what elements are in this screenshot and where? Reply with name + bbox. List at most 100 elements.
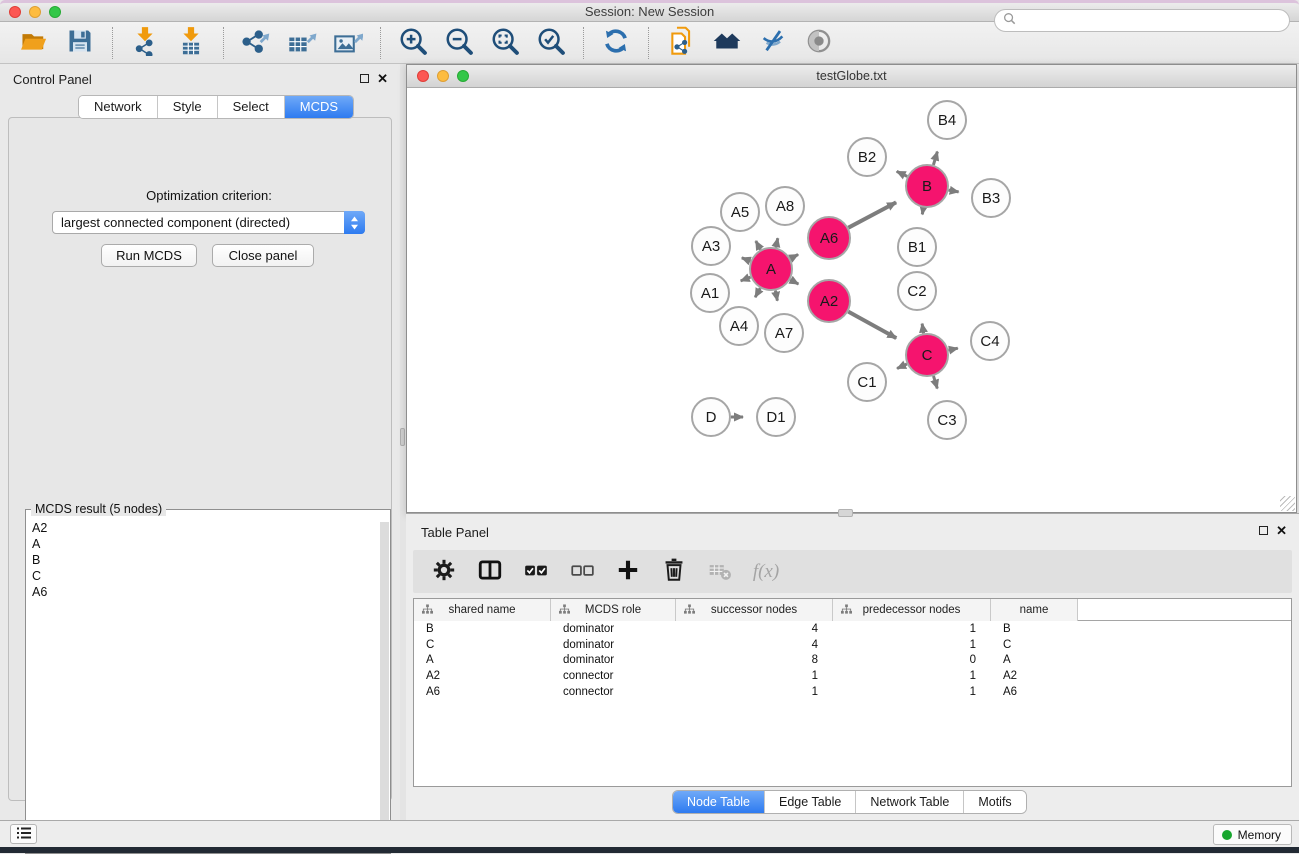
zoom-network-icon[interactable] [457, 70, 469, 82]
column-header-MCDS-role[interactable]: MCDS role [551, 599, 676, 621]
result-item[interactable]: A6 [32, 584, 376, 600]
cell-shared-name[interactable]: A2 [414, 670, 551, 682]
close-window-icon[interactable] [9, 6, 21, 18]
cell-successor-nodes[interactable]: 4 [676, 623, 833, 635]
node-A6[interactable]: A6 [808, 217, 850, 259]
cell-predecessor-nodes[interactable]: 1 [833, 639, 991, 651]
float-table-panel-icon[interactable] [1259, 526, 1268, 535]
node-A4[interactable]: A4 [720, 307, 758, 345]
close-table-panel-icon[interactable]: ✕ [1276, 525, 1287, 536]
edge-C-C2[interactable] [922, 324, 924, 334]
cell-predecessor-nodes[interactable]: 0 [833, 654, 991, 666]
column-header-shared-name[interactable]: shared name [414, 599, 551, 621]
cell-MCDS-role[interactable]: dominator [551, 623, 676, 635]
node-C4[interactable]: C4 [971, 322, 1009, 360]
node-A7[interactable]: A7 [765, 314, 803, 352]
splitter-grip[interactable] [400, 428, 405, 446]
edge-A-A1[interactable] [741, 277, 751, 281]
column-header-predecessor-nodes[interactable]: predecessor nodes [833, 599, 991, 621]
result-item[interactable]: C [32, 568, 376, 584]
edge-A-A6[interactable] [790, 255, 798, 259]
tab-network[interactable]: Network [79, 96, 158, 118]
export-network-button[interactable] [236, 25, 276, 61]
table-row[interactable]: Cdominator41C [414, 637, 1291, 653]
edge-A-A3[interactable] [742, 258, 751, 261]
network-window-titlebar[interactable]: testGlobe.txt [407, 65, 1296, 88]
horizontal-splitter-grip[interactable] [838, 509, 853, 517]
minimize-network-icon[interactable] [437, 70, 449, 82]
edge-A6-B[interactable] [848, 202, 896, 227]
node-D1[interactable]: D1 [757, 398, 795, 436]
result-item[interactable]: A [32, 536, 376, 552]
tab-mcds[interactable]: MCDS [285, 96, 353, 118]
node-B3[interactable]: B3 [972, 179, 1010, 217]
cell-MCDS-role[interactable]: connector [551, 686, 676, 698]
import-network-button[interactable] [125, 25, 165, 61]
show-view-button[interactable] [799, 25, 839, 61]
result-item[interactable]: B [32, 552, 376, 568]
cell-shared-name[interactable]: B [414, 623, 551, 635]
tab-edge-table[interactable]: Edge Table [765, 791, 856, 813]
network-from-selection-button[interactable] [661, 25, 701, 61]
edge-B-B2[interactable] [897, 171, 908, 176]
show-panels-button[interactable] [10, 824, 37, 844]
cell-successor-nodes[interactable]: 4 [676, 639, 833, 651]
zoom-fit-button[interactable] [485, 25, 525, 61]
column-view-button[interactable] [471, 554, 509, 590]
edge-A-A4[interactable] [755, 288, 760, 297]
table-row[interactable]: A2connector11A2 [414, 668, 1291, 684]
open-file-button[interactable] [14, 25, 54, 61]
tab-network-table[interactable]: Network Table [856, 791, 964, 813]
zoom-selected-button[interactable] [531, 25, 571, 61]
cell-predecessor-nodes[interactable]: 1 [833, 670, 991, 682]
search-input[interactable] [1016, 14, 1289, 28]
cell-successor-nodes[interactable]: 1 [676, 670, 833, 682]
tab-style[interactable]: Style [158, 96, 218, 118]
node-A2[interactable]: A2 [808, 280, 850, 322]
edge-B-B1[interactable] [922, 208, 923, 215]
deselect-all-button[interactable] [563, 554, 601, 590]
cell-shared-name[interactable]: A6 [414, 686, 551, 698]
add-row-button[interactable] [609, 554, 647, 590]
minimize-window-icon[interactable] [29, 6, 41, 18]
node-B2[interactable]: B2 [848, 138, 886, 176]
node-A[interactable]: A [750, 248, 792, 290]
close-panel-button[interactable]: Close panel [212, 244, 314, 267]
node-C[interactable]: C [906, 334, 948, 376]
cell-MCDS-role[interactable]: dominator [551, 639, 676, 651]
zoom-window-icon[interactable] [49, 6, 61, 18]
delete-row-button[interactable] [655, 554, 693, 590]
node-D[interactable]: D [692, 398, 730, 436]
edge-C-C3[interactable] [934, 376, 938, 389]
zoom-in-button[interactable] [393, 25, 433, 61]
node-A1[interactable]: A1 [691, 274, 729, 312]
edge-A-A5[interactable] [756, 241, 761, 250]
select-all-button[interactable] [517, 554, 555, 590]
edge-C-C4[interactable] [949, 348, 958, 350]
cell-name[interactable]: A2 [991, 670, 1078, 682]
result-scrollbar[interactable] [380, 522, 389, 851]
edge-A-A8[interactable] [776, 238, 778, 247]
optimization-criterion-dropdown[interactable]: largest connected component (directed) [52, 211, 365, 234]
cell-predecessor-nodes[interactable]: 1 [833, 686, 991, 698]
cell-shared-name[interactable]: A [414, 654, 551, 666]
tab-select[interactable]: Select [218, 96, 285, 118]
edge-B-B4[interactable] [933, 152, 937, 165]
cell-name[interactable]: C [991, 639, 1078, 651]
column-header-name[interactable]: name [991, 599, 1078, 621]
tab-motifs[interactable]: Motifs [964, 791, 1025, 813]
cell-MCDS-role[interactable]: dominator [551, 654, 676, 666]
import-table-button[interactable] [171, 25, 211, 61]
node-B4[interactable]: B4 [928, 101, 966, 139]
edge-C-C1[interactable] [897, 364, 907, 369]
node-C3[interactable]: C3 [928, 401, 966, 439]
cell-predecessor-nodes[interactable]: 1 [833, 623, 991, 635]
node-A5[interactable]: A5 [721, 193, 759, 231]
column-header-successor-nodes[interactable]: successor nodes [676, 599, 833, 621]
export-table-button[interactable] [282, 25, 322, 61]
cell-name[interactable]: A6 [991, 686, 1078, 698]
node-B1[interactable]: B1 [898, 228, 936, 266]
result-item[interactable]: A2 [32, 520, 376, 536]
cell-MCDS-role[interactable]: connector [551, 670, 676, 682]
cell-name[interactable]: B [991, 623, 1078, 635]
